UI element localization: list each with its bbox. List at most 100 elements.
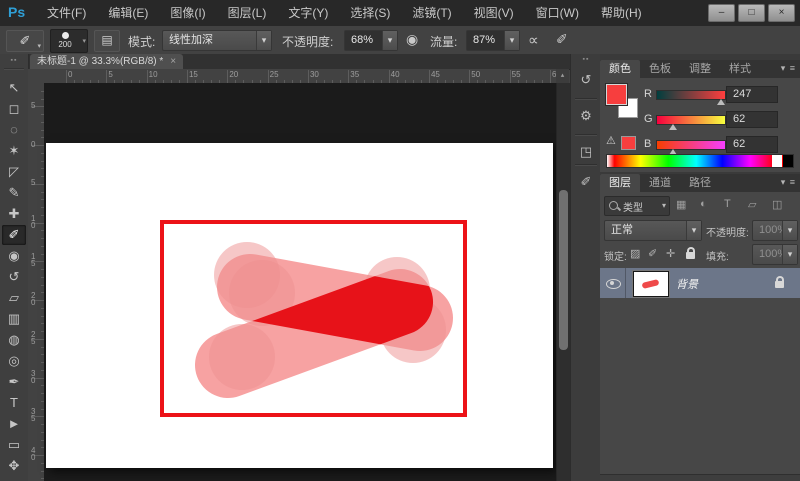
menu-edit[interactable]: 编辑(E): [97, 0, 159, 26]
channel-value-field[interactable]: 247: [726, 86, 778, 103]
menu-file[interactable]: 文件(F): [36, 0, 97, 26]
gamut-warning-icon[interactable]: ⚠: [606, 134, 616, 147]
minimize-button[interactable]: –: [708, 4, 735, 22]
scroll-up-icon[interactable]: ▴: [556, 69, 569, 84]
close-button[interactable]: ×: [768, 4, 795, 22]
spectrum-white-swatch[interactable]: [772, 155, 782, 167]
tab-channels[interactable]: 通道: [640, 174, 680, 192]
filter-shape-layers-icon[interactable]: ▱: [748, 198, 756, 211]
tab-paths[interactable]: 路径: [680, 174, 720, 192]
brush-presets-panel-icon[interactable]: ✐: [574, 170, 598, 194]
blur-tool[interactable]: ◍: [2, 330, 26, 350]
brush-size-picker[interactable]: 200: [50, 29, 88, 53]
hand-tool[interactable]: ✥: [2, 456, 26, 476]
tool-preset-picker[interactable]: ✐: [6, 30, 44, 52]
menu-window[interactable]: 窗口(W): [525, 0, 590, 26]
filter-pixel-layers-icon[interactable]: ▦: [676, 198, 686, 211]
canvas-viewport[interactable]: [44, 83, 556, 481]
dodge-tool[interactable]: ◎: [2, 351, 26, 371]
opacity-dropdown[interactable]: 68%: [344, 30, 398, 51]
channel-slider-g[interactable]: [656, 115, 726, 125]
channel-value-field[interactable]: 62: [726, 136, 778, 153]
layer-filter-dropdown[interactable]: 类型: [604, 196, 670, 216]
gamut-closest-color-swatch[interactable]: [621, 136, 636, 150]
layer-opacity-dropdown[interactable]: 100%: [752, 220, 798, 241]
layer-fill-dropdown[interactable]: 100%: [752, 244, 798, 265]
color-panel-menu-icon[interactable]: [781, 63, 796, 74]
crop-tool[interactable]: ◸: [2, 162, 26, 182]
menu-layer[interactable]: 图层(L): [217, 0, 278, 26]
path-selection-tool[interactable]: ►: [2, 414, 26, 434]
threed-panel-icon[interactable]: ◳: [574, 140, 598, 164]
toggle-brush-panel-button[interactable]: ▤: [94, 30, 120, 52]
move-tool[interactable]: ↖: [2, 78, 26, 98]
filter-adjustment-layers-icon[interactable]: ◐: [700, 198, 707, 210]
menu-filter[interactable]: 滤镜(T): [401, 0, 462, 26]
channel-slider-b[interactable]: [656, 140, 726, 150]
maximize-button[interactable]: □: [738, 4, 765, 22]
tab-color[interactable]: 颜色: [600, 60, 640, 78]
layer-visibility-cell[interactable]: [600, 268, 626, 298]
tab-adjustments[interactable]: 调整: [680, 60, 720, 78]
ruler-label: 3 5: [31, 408, 35, 422]
lock-transparency-icon[interactable]: ▨: [630, 247, 640, 260]
eraser-tool[interactable]: ▱: [2, 288, 26, 308]
toolbox-grip[interactable]: ▪▪: [0, 57, 28, 64]
history-panel-icon[interactable]: ↺: [574, 68, 598, 92]
layer-thumbnail-stroke: [642, 279, 660, 289]
document-tab-close-icon[interactable]: ×: [170, 56, 176, 67]
tab-swatches[interactable]: 色板: [640, 60, 680, 78]
filter-type-layers-icon[interactable]: T: [724, 198, 731, 210]
rectangle-tool[interactable]: ▭: [2, 435, 26, 455]
document-tab[interactable]: 未标题-1 @ 33.3%(RGB/8) *×: [30, 54, 183, 69]
ruler-label: 15: [189, 70, 198, 79]
properties-panel-icon[interactable]: ⚙: [574, 104, 598, 128]
lasso-tool[interactable]: ◌: [2, 120, 26, 140]
pressure-opacity-icon[interactable]: ◉: [406, 31, 418, 48]
channel-slider-thumb[interactable]: [669, 124, 677, 130]
clone-stamp-tool[interactable]: ◉: [2, 246, 26, 266]
channel-value-field[interactable]: 62: [726, 111, 778, 128]
layer-row-background[interactable]: 背景: [600, 268, 800, 298]
marquee-tool[interactable]: ◻: [2, 99, 26, 119]
tab-layers[interactable]: 图层: [600, 174, 640, 192]
tab-styles[interactable]: 样式: [720, 60, 760, 78]
spectrum-black-swatch[interactable]: [783, 155, 793, 167]
magic-wand-tool[interactable]: ✶: [2, 141, 26, 161]
pressure-size-icon[interactable]: ✐: [556, 31, 568, 48]
gradient-tool[interactable]: ▥: [2, 309, 26, 329]
color-spectrum-ramp[interactable]: [606, 154, 794, 168]
layers-panel-menu-icon[interactable]: [781, 177, 796, 188]
menu-image[interactable]: 图像(I): [159, 0, 216, 26]
vertical-scrollbar-thumb[interactable]: [559, 190, 568, 350]
type-tool[interactable]: T: [2, 393, 26, 413]
eye-icon[interactable]: [606, 279, 621, 289]
brush-tool[interactable]: ✐: [2, 225, 26, 245]
healing-brush-tool[interactable]: ✚: [2, 204, 26, 224]
ruler-label: 1 0: [31, 215, 35, 229]
eyedropper-tool[interactable]: ✎: [2, 183, 26, 203]
flow-dropdown[interactable]: 87%: [466, 30, 520, 51]
lock-all-icon[interactable]: [686, 252, 695, 259]
horizontal-ruler[interactable]: 051015202530354045505560: [44, 69, 556, 84]
menu-help[interactable]: 帮助(H): [590, 0, 653, 26]
lock-image-icon[interactable]: ✐: [648, 247, 657, 260]
channel-slider-r[interactable]: [656, 90, 726, 100]
canvas-artboard[interactable]: [46, 143, 553, 468]
filter-smart-object-icon[interactable]: ◫: [772, 198, 782, 211]
vertical-ruler[interactable]: 5051 01 52 02 53 03 54 0: [28, 83, 45, 481]
menu-select[interactable]: 选择(S): [339, 0, 401, 26]
blend-mode-dropdown[interactable]: 线性加深: [162, 30, 272, 51]
lock-position-icon[interactable]: ✛: [666, 247, 675, 260]
channel-slider-thumb[interactable]: [717, 99, 725, 105]
layer-blend-mode-dropdown[interactable]: 正常: [604, 220, 702, 241]
pen-tool[interactable]: ✒: [2, 372, 26, 392]
menu-view[interactable]: 视图(V): [463, 0, 525, 26]
airbrush-icon[interactable]: ∝: [528, 31, 539, 49]
vertical-scrollbar[interactable]: [556, 83, 570, 481]
ruler-corner[interactable]: [28, 69, 45, 84]
menu-type[interactable]: 文字(Y): [277, 0, 339, 26]
layer-thumbnail[interactable]: [633, 271, 669, 297]
dock-grip[interactable]: ▪▪: [571, 56, 601, 63]
history-brush-tool[interactable]: ↺: [2, 267, 26, 287]
